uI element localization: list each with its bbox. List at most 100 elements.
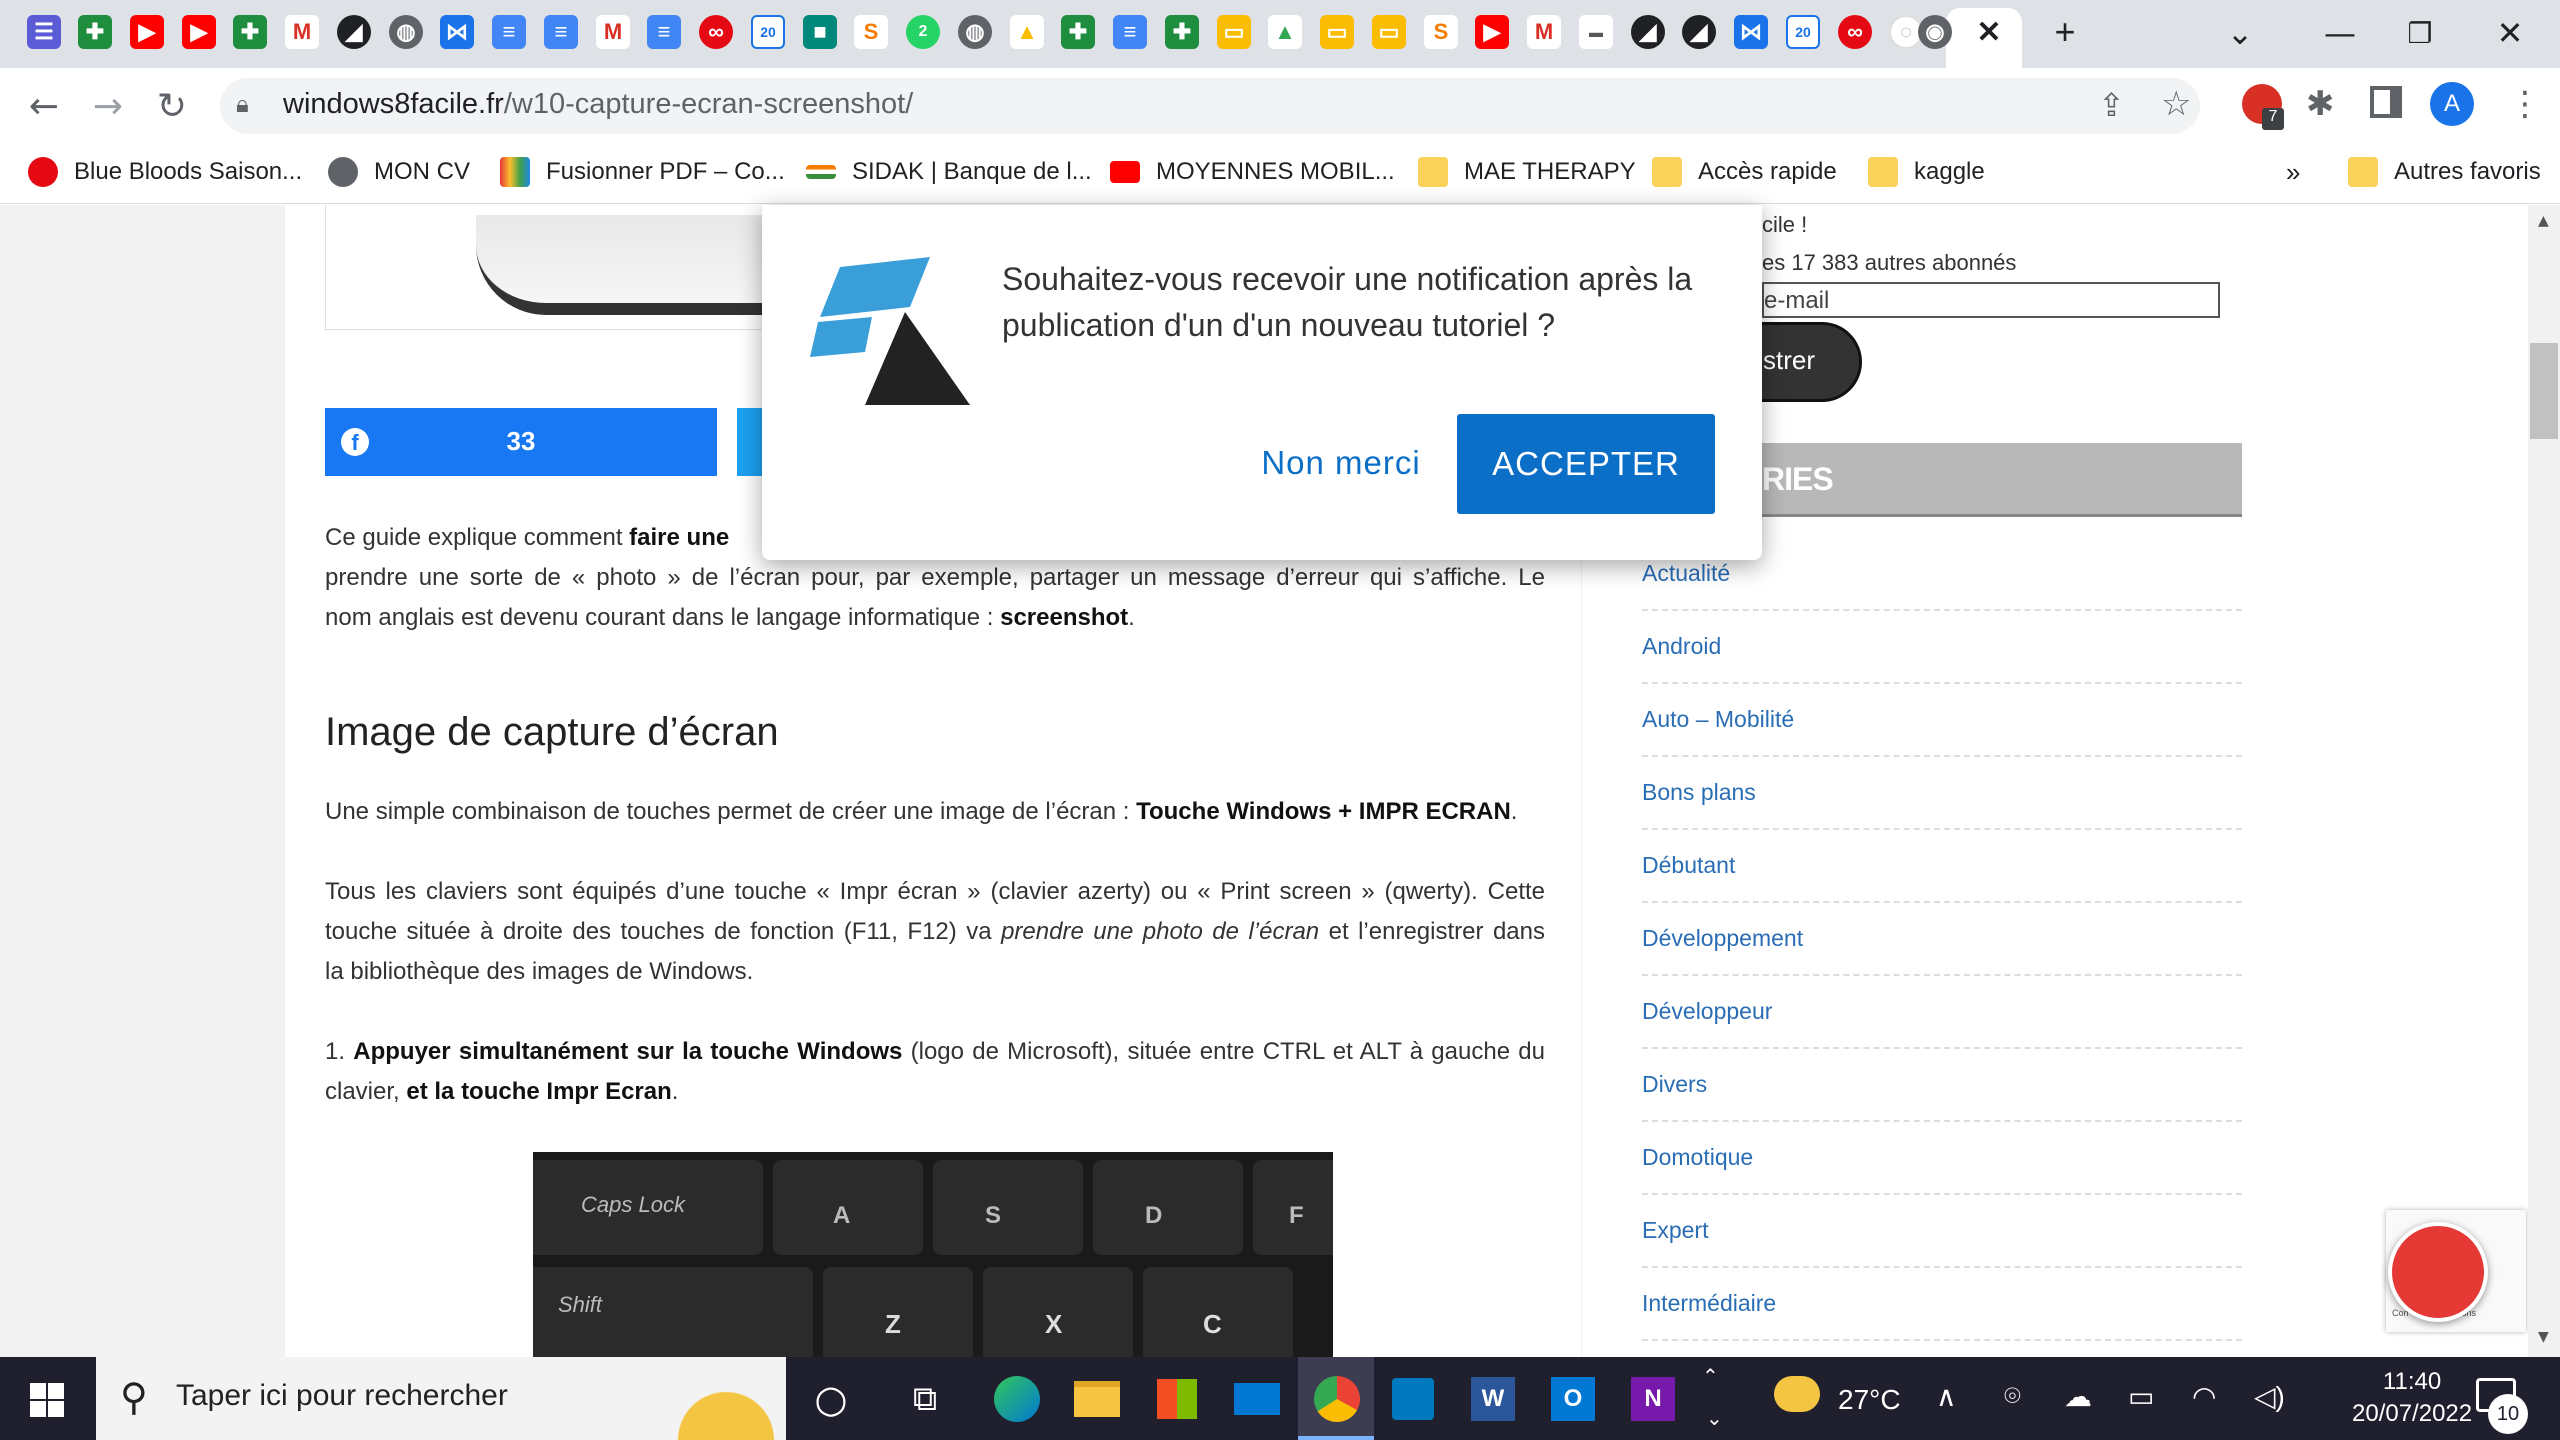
category-link[interactable]: Développeur — [1642, 998, 1772, 1025]
tab-dark-circle-icon[interactable]: ◢ — [337, 15, 371, 49]
tab-docs-icon[interactable]: ≡ — [1113, 15, 1147, 49]
tab-mask-icon[interactable]: ∞ — [699, 15, 733, 49]
scroll-down-icon[interactable]: ▼ — [2538, 1329, 2549, 1345]
tab-gmail-icon[interactable]: M — [1527, 15, 1561, 49]
bookmark-item[interactable]: Blue Bloods Saison... — [28, 152, 302, 192]
temperature[interactable]: 27°C — [1838, 1384, 1901, 1416]
file-explorer-icon[interactable] — [1070, 1372, 1124, 1426]
tab-bow-icon[interactable]: ⋈ — [1734, 15, 1768, 49]
share-icon[interactable]: ⇪ — [2098, 86, 2125, 124]
tab-globe-icon[interactable]: ◍ — [958, 15, 992, 49]
accept-button[interactable]: ACCEPTER — [1457, 414, 1715, 514]
tab-slides-icon[interactable]: ▭ — [1320, 15, 1354, 49]
cortana-icon[interactable]: ○ — [804, 1372, 858, 1426]
tab-docs-icon[interactable]: ≡ — [544, 15, 578, 49]
tab-youtube-icon[interactable]: ▶ — [1475, 15, 1509, 49]
bookmark-item[interactable]: MON CV — [328, 152, 470, 192]
notification-bell-button[interactable] — [2388, 1222, 2488, 1322]
tab-search-chevron-icon[interactable]: ⌄ — [2200, 8, 2280, 58]
tab-s-icon[interactable]: S — [1424, 15, 1458, 49]
meet-now-icon[interactable]: ⌾ — [2004, 1380, 2021, 1413]
close-window-icon[interactable]: ✕ — [2470, 8, 2550, 58]
forward-arrow-icon[interactable]: → — [86, 84, 130, 128]
tab-docs-icon[interactable]: ≡ — [647, 15, 681, 49]
chrome-icon[interactable] — [1310, 1372, 1364, 1426]
tab-sheets-icon[interactable]: ✚ — [1165, 15, 1199, 49]
facebook-share-button[interactable]: f 33 — [325, 408, 717, 476]
bookmark-item[interactable]: SIDAK | Banque de l... — [806, 152, 1092, 192]
bookmark-item[interactable]: MOYENNES MOBIL... — [1110, 152, 1395, 192]
tab-meet-icon[interactable]: ■ — [803, 15, 837, 49]
puzzle-extensions-icon[interactable]: ✱ — [2306, 84, 2335, 124]
restore-icon[interactable]: ❐ — [2380, 8, 2460, 58]
star-icon[interactable]: ☆ — [2161, 84, 2191, 124]
tab-calendar-icon[interactable]: 20 — [751, 15, 785, 49]
category-link[interactable]: Actualité — [1642, 560, 1730, 587]
tab-bow-icon[interactable]: ⋈ — [440, 15, 474, 49]
tab-sheets-icon[interactable]: ✚ — [78, 15, 112, 49]
windows-start-icon[interactable] — [30, 1383, 64, 1417]
taskbar-clock[interactable]: 11:40 20/07/2022 — [2352, 1368, 2472, 1428]
bookmarks-overflow-button[interactable]: » — [2286, 152, 2300, 192]
new-tab-icon[interactable]: + — [2048, 15, 2082, 49]
tab-forms-icon[interactable]: ☰ — [27, 15, 61, 49]
tab-calendar-icon[interactable]: 20 — [1786, 15, 1820, 49]
taskbar-search-box[interactable]: ⚲ Taper ici pour rechercher — [96, 1357, 786, 1440]
minimize-icon[interactable]: — — [2300, 8, 2380, 58]
tab-globe-icon[interactable]: ◍ — [389, 15, 423, 49]
wifi-icon[interactable]: ◠ — [2192, 1380, 2216, 1413]
tab-sheets-icon[interactable]: ✚ — [1061, 15, 1095, 49]
tab-sheets-icon[interactable]: ✚ — [233, 15, 267, 49]
tab-gmail-icon[interactable]: M — [596, 15, 630, 49]
scrollbar-thumb[interactable] — [2528, 341, 2560, 441]
show-hidden-icons[interactable]: ∧ — [1936, 1380, 1957, 1413]
tab-chrome-icon[interactable]: ◉ — [1918, 15, 1952, 49]
bookmark-item[interactable]: Accès rapide — [1652, 152, 1837, 192]
bookmark-item[interactable]: kaggle — [1868, 152, 1985, 192]
word-icon[interactable]: W — [1466, 1372, 1520, 1426]
outlook-icon[interactable]: O — [1546, 1372, 1600, 1426]
tab-drive-icon[interactable]: ▲ — [1010, 15, 1044, 49]
back-arrow-icon[interactable]: ← — [22, 84, 66, 128]
url-text[interactable]: windows8facile.fr/w10-capture-ecran-scre… — [283, 88, 913, 121]
menu-kebab-icon[interactable]: ⋮ — [2508, 84, 2542, 124]
close-tab-icon[interactable]: ✕ — [1972, 15, 2006, 49]
category-link[interactable]: Débutant — [1642, 852, 1735, 879]
bookmark-item[interactable]: Fusionner PDF – Co... — [500, 152, 785, 192]
tab-s-icon[interactable]: S — [854, 15, 888, 49]
tab-whatsapp-icon[interactable]: 2 — [906, 15, 940, 49]
tray-overflow-down-icon[interactable]: ⌄ — [1706, 1406, 1723, 1431]
category-link[interactable]: Auto – Mobilité — [1642, 706, 1794, 733]
tab-dark-circle-icon[interactable]: ◢ — [1682, 15, 1716, 49]
other-bookmarks[interactable]: Autres favoris — [2348, 152, 2541, 192]
tab-docs-icon[interactable]: ≡ — [492, 15, 526, 49]
lock-icon[interactable]: 🔒︎ — [236, 90, 266, 120]
tab-drive-icon[interactable]: ▲ — [1268, 15, 1302, 49]
volume-icon[interactable]: ◁) — [2254, 1380, 2285, 1413]
profile-avatar[interactable]: A — [2430, 82, 2474, 126]
category-link[interactable]: Domotique — [1642, 1144, 1753, 1171]
category-link[interactable]: Expert — [1642, 1217, 1708, 1244]
scroll-up-icon[interactable]: ▲ — [2538, 213, 2549, 229]
tray-overflow-up-icon[interactable]: ⌃ — [1702, 1364, 1719, 1389]
tab-slides-icon[interactable]: ▭ — [1372, 15, 1406, 49]
tab-flag-icon[interactable]: ▬ — [1579, 15, 1613, 49]
page-scrollbar[interactable]: ▲ ▼ — [2528, 205, 2560, 1357]
store-icon[interactable] — [1150, 1372, 1204, 1426]
category-link[interactable]: Bons plans — [1642, 779, 1756, 806]
decline-button[interactable]: Non merci — [1222, 413, 1460, 513]
category-link[interactable]: Développement — [1642, 925, 1803, 952]
tab-gmail-icon[interactable]: M — [285, 15, 319, 49]
reload-icon[interactable]: ↻ — [150, 84, 194, 128]
task-view-icon[interactable]: ⧉ — [898, 1372, 952, 1426]
tab-youtube-icon[interactable]: ▶ — [182, 15, 216, 49]
onedrive-icon[interactable]: ☁ — [2064, 1380, 2092, 1413]
tab-dark-circle-icon[interactable]: ◢ — [1631, 15, 1665, 49]
weather-icon[interactable] — [1774, 1376, 1820, 1412]
mail-icon[interactable] — [1230, 1372, 1284, 1426]
category-link[interactable]: Intermédiaire — [1642, 1290, 1776, 1317]
side-panel-icon[interactable] — [2370, 86, 2402, 118]
category-link[interactable]: Divers — [1642, 1071, 1707, 1098]
tab-youtube-icon[interactable]: ▶ — [130, 15, 164, 49]
tab-slides-icon[interactable]: ▭ — [1217, 15, 1251, 49]
